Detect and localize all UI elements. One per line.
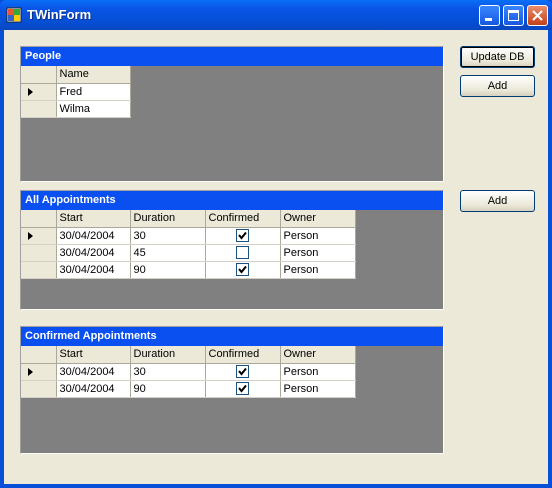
start-cell[interactable]: 30/04/2004 [56, 380, 131, 398]
column-header-confirmed[interactable]: Confirmed [205, 210, 281, 228]
duration-cell[interactable]: 90 [130, 261, 206, 279]
update-db-button[interactable]: Update DB [460, 46, 535, 68]
row-header[interactable] [21, 380, 57, 398]
row-header[interactable] [21, 83, 57, 101]
row-header[interactable] [21, 227, 57, 245]
owner-cell[interactable]: Person [280, 380, 356, 398]
confirmed-appointments-header-row: Start Duration Confirmed Owner [21, 346, 356, 364]
name-cell[interactable]: Fred [56, 83, 131, 101]
maximize-icon [508, 10, 519, 21]
check-icon [238, 384, 247, 393]
check-icon [238, 265, 247, 274]
current-row-arrow-icon [28, 231, 33, 240]
row-header-corner [21, 210, 57, 228]
table-row[interactable]: 30/04/2004 45 Person [21, 244, 356, 262]
start-cell[interactable]: 30/04/2004 [56, 363, 131, 381]
confirmed-appointments-caption: Confirmed Appointments [21, 327, 443, 346]
window-title: TWinForm [27, 7, 92, 22]
owner-cell[interactable]: Person [280, 227, 356, 245]
current-row-arrow-icon [28, 87, 33, 96]
all-appointments-table[interactable]: Start Duration Confirmed Owner 30/04/200… [21, 210, 356, 279]
table-row[interactable]: Wilma [21, 100, 131, 118]
row-header-corner [21, 66, 57, 84]
confirmed-checkbox[interactable] [236, 365, 249, 378]
client-area: People Name Fred Wilma All Appointments S… [4, 30, 548, 484]
table-row[interactable]: Fred [21, 83, 131, 101]
people-table[interactable]: Name Fred Wilma [21, 66, 131, 118]
name-cell[interactable]: Wilma [56, 100, 131, 118]
people-header-row: Name [21, 66, 131, 84]
add-person-button[interactable]: Add [460, 75, 535, 97]
minimize-button[interactable] [479, 5, 500, 26]
owner-cell[interactable]: Person [280, 244, 356, 262]
confirmed-appointments-grid[interactable]: Confirmed Appointments Start Duration Co… [20, 326, 444, 454]
confirmed-cell[interactable] [205, 363, 281, 381]
duration-cell[interactable]: 90 [130, 380, 206, 398]
row-header[interactable] [21, 261, 57, 279]
column-header-duration[interactable]: Duration [130, 346, 206, 364]
add-appointment-button[interactable]: Add [460, 190, 535, 212]
duration-cell[interactable]: 45 [130, 244, 206, 262]
owner-cell[interactable]: Person [280, 363, 356, 381]
duration-cell[interactable]: 30 [130, 227, 206, 245]
column-header-confirmed[interactable]: Confirmed [205, 346, 281, 364]
confirmed-cell[interactable] [205, 261, 281, 279]
start-cell[interactable]: 30/04/2004 [56, 227, 131, 245]
table-row[interactable]: 30/04/2004 90 Person [21, 380, 356, 398]
all-appointments-grid[interactable]: All Appointments Start Duration Confirme… [20, 190, 444, 310]
column-header-start[interactable]: Start [56, 210, 131, 228]
close-icon [532, 10, 543, 21]
confirmed-checkbox[interactable] [236, 229, 249, 242]
confirmed-checkbox[interactable] [236, 246, 249, 259]
check-icon [238, 231, 247, 240]
confirmed-checkbox[interactable] [236, 382, 249, 395]
start-cell[interactable]: 30/04/2004 [56, 261, 131, 279]
confirmed-checkbox[interactable] [236, 263, 249, 276]
column-header-owner[interactable]: Owner [280, 210, 356, 228]
owner-cell[interactable]: Person [280, 261, 356, 279]
table-row[interactable]: 30/04/2004 90 Person [21, 261, 356, 279]
people-grid[interactable]: People Name Fred Wilma [20, 46, 444, 182]
row-header[interactable] [21, 100, 57, 118]
maximize-button[interactable] [503, 5, 524, 26]
confirmed-cell[interactable] [205, 227, 281, 245]
confirmed-appointments-table[interactable]: Start Duration Confirmed Owner 30/04/200… [21, 346, 356, 398]
check-icon [238, 367, 247, 376]
start-cell[interactable]: 30/04/2004 [56, 244, 131, 262]
column-header-start[interactable]: Start [56, 346, 131, 364]
row-header[interactable] [21, 363, 57, 381]
close-button[interactable] [527, 5, 548, 26]
all-appointments-caption: All Appointments [21, 191, 443, 210]
confirmed-cell[interactable] [205, 244, 281, 262]
title-bar[interactable]: TWinForm [0, 0, 552, 30]
table-row[interactable]: 30/04/2004 30 Person [21, 227, 356, 245]
column-header-owner[interactable]: Owner [280, 346, 356, 364]
current-row-arrow-icon [28, 367, 33, 376]
column-header-duration[interactable]: Duration [130, 210, 206, 228]
minimize-icon [485, 18, 492, 21]
app-icon [6, 7, 22, 23]
duration-cell[interactable]: 30 [130, 363, 206, 381]
table-row[interactable]: 30/04/2004 30 Person [21, 363, 356, 381]
confirmed-cell[interactable] [205, 380, 281, 398]
people-grid-caption: People [21, 47, 443, 66]
column-header-name[interactable]: Name [56, 66, 131, 84]
all-appointments-header-row: Start Duration Confirmed Owner [21, 210, 356, 228]
row-header[interactable] [21, 244, 57, 262]
row-header-corner [21, 346, 57, 364]
main-window: TWinForm People Name Fred Wilma All Appoi… [0, 0, 552, 488]
